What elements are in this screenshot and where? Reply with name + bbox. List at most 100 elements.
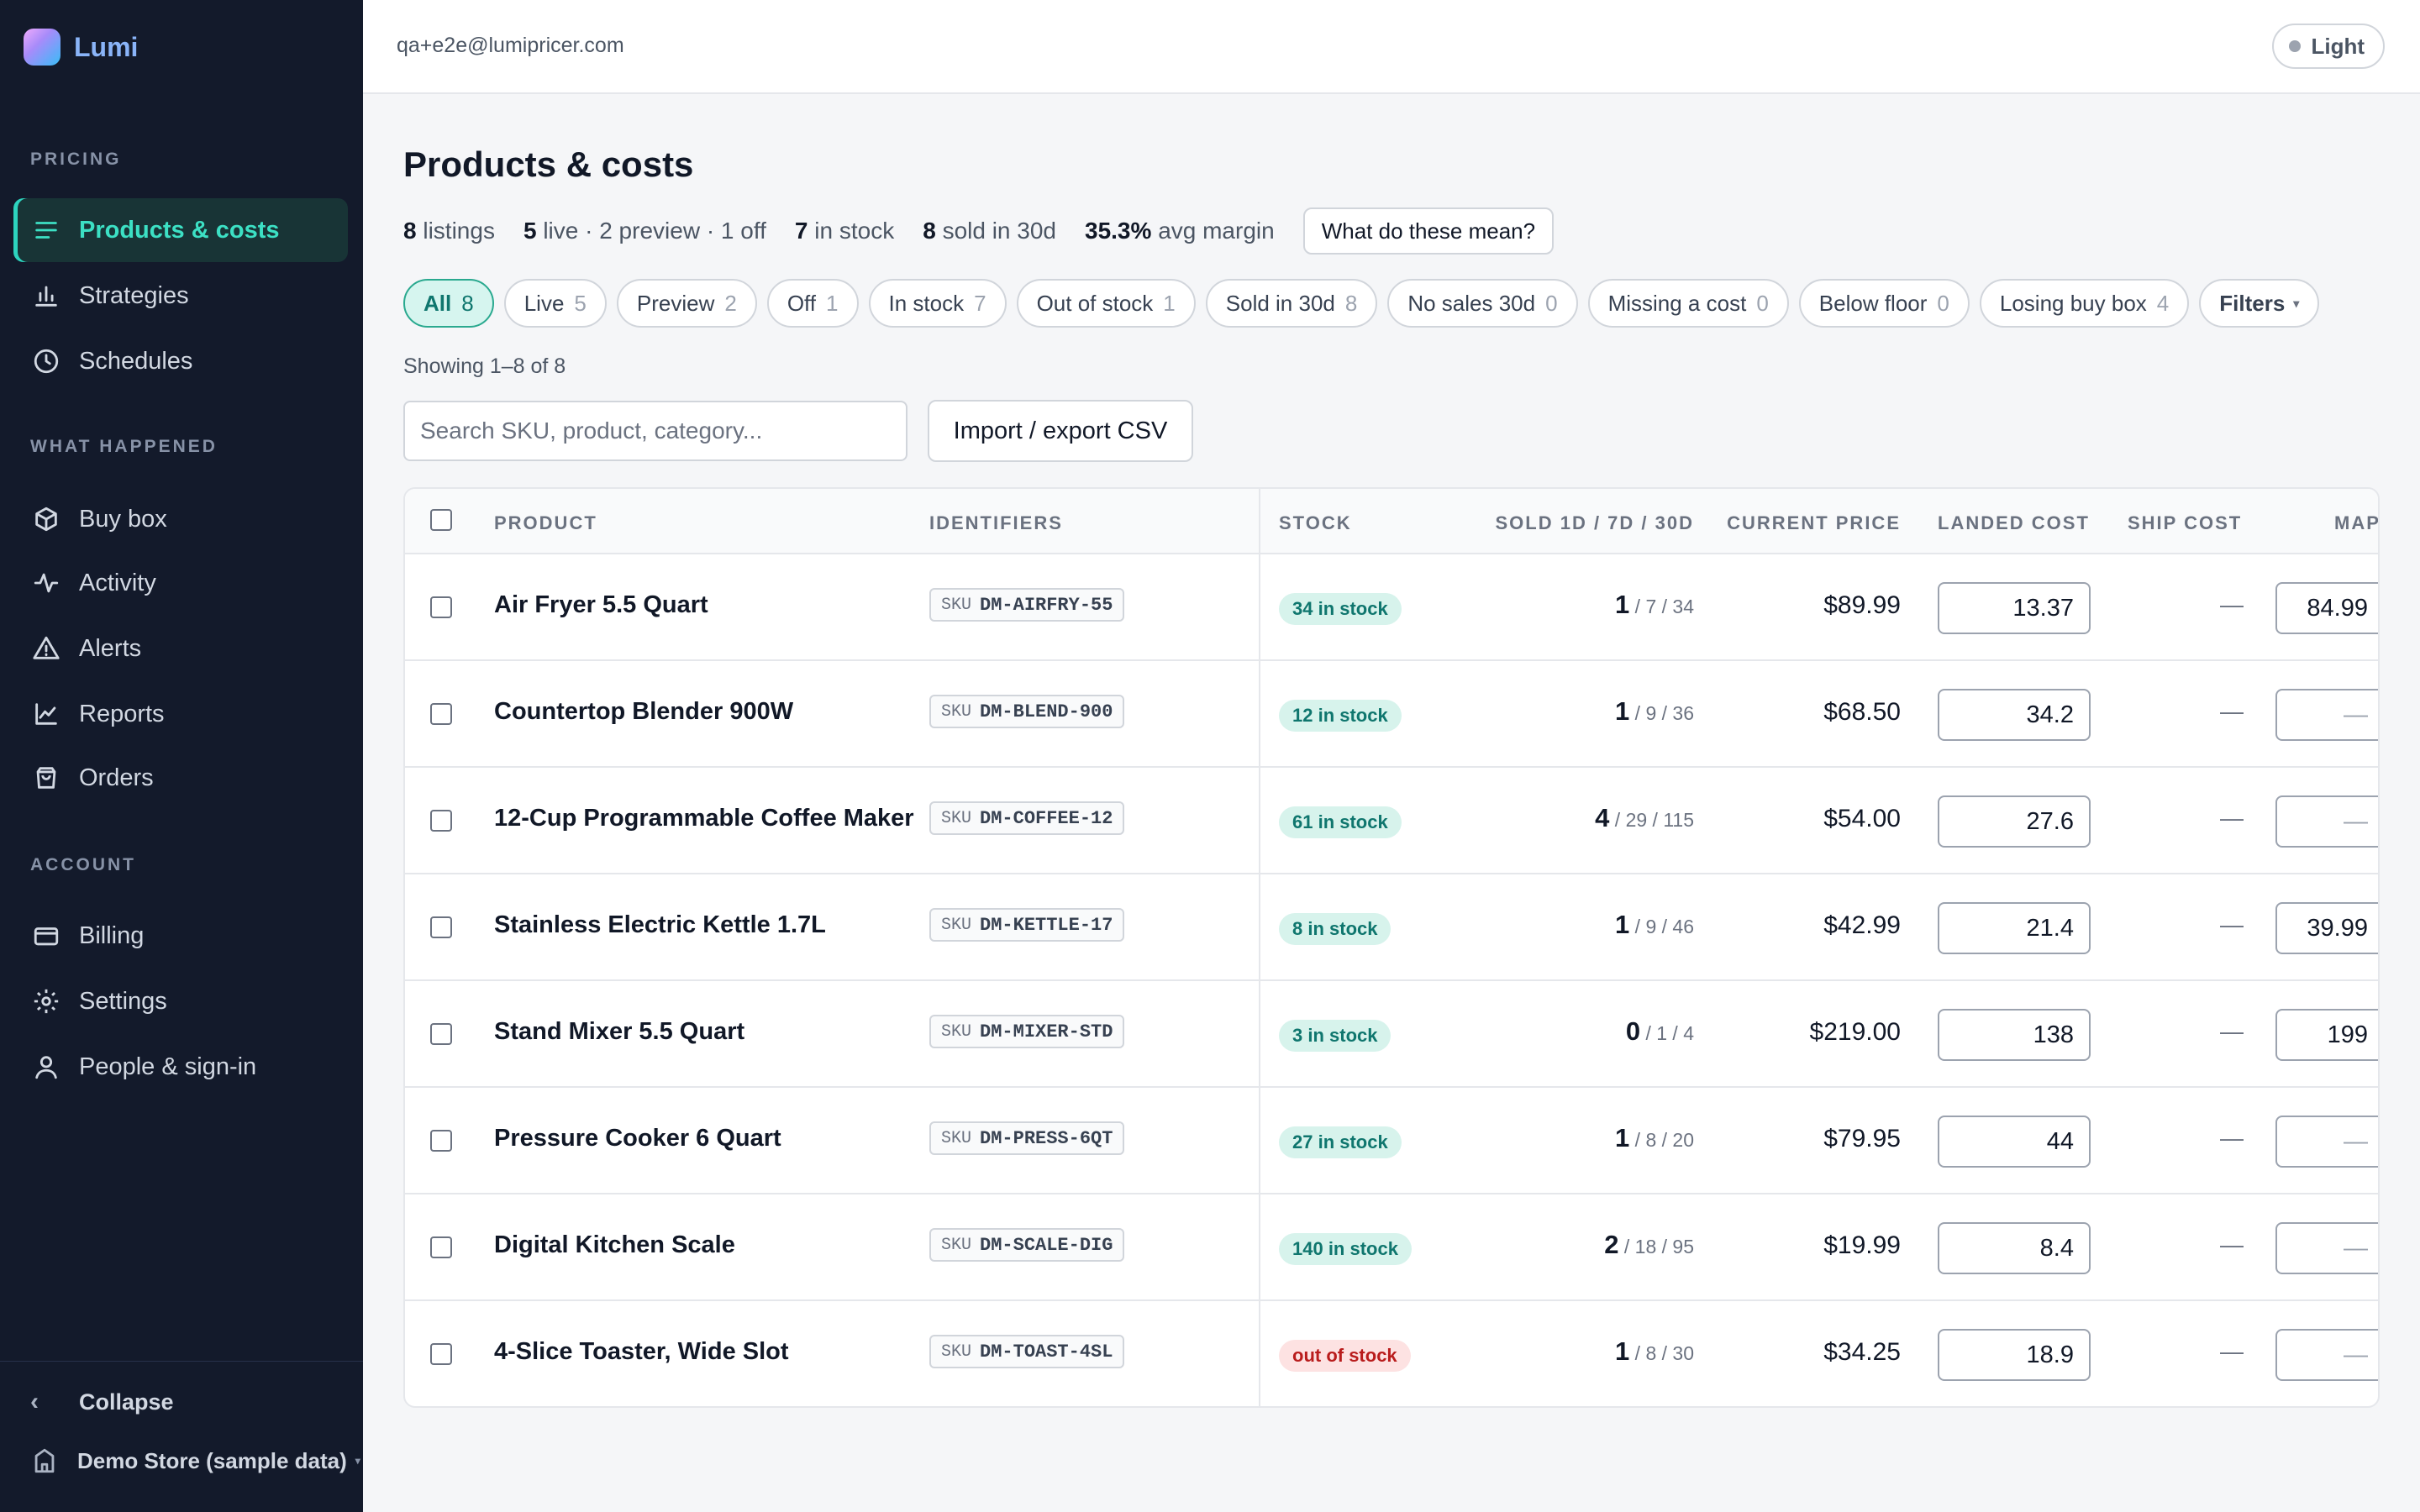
sidebar-item-products-costs[interactable]: Products & costs (13, 198, 348, 262)
row-checkbox[interactable] (430, 1130, 452, 1152)
landed-cost-input[interactable]: 44 (1938, 1116, 2091, 1168)
col-ship-cost[interactable]: SHIP COST (2128, 512, 2242, 534)
map-input[interactable]: — (2275, 795, 2378, 848)
table-row[interactable]: Stand Mixer 5.5 Quart SKU DM-MIXER-STD 3 in… (405, 981, 2378, 1088)
col-landed-cost[interactable]: LANDED COST (1938, 512, 2090, 534)
product-name[interactable]: Pressure Cooker 6 Quart (494, 1125, 781, 1152)
filters-dropdown[interactable]: Filters ▾ (2199, 279, 2320, 328)
chip-count: 8 (461, 290, 474, 316)
store-switcher[interactable]: Demo Store (sample data) ▾ (30, 1446, 360, 1475)
chip-losing-buy-box[interactable]: Losing buy box 4 (1979, 279, 2190, 328)
sold-1d: 2 (1604, 1230, 1619, 1259)
sku-badge: SKU DM-AIRFRY-55 (929, 588, 1125, 622)
product-name[interactable]: Stainless Electric Kettle 1.7L (494, 911, 826, 939)
sku-value: DM-COFFEE-12 (980, 807, 1113, 829)
table-row[interactable]: Countertop Blender 900W SKU DM-BLEND-900 12… (405, 661, 2378, 768)
col-current-price[interactable]: CURRENT PRICE (1727, 512, 1901, 534)
sidebar-item-settings[interactable]: Settings (13, 969, 348, 1033)
sidebar-item-strategies[interactable]: Strategies (13, 264, 348, 328)
table-row[interactable]: Stainless Electric Kettle 1.7L SKU DM-KETT… (405, 874, 2378, 981)
sidebar-item-alerts[interactable]: Alerts (13, 617, 348, 680)
row-checkbox[interactable] (430, 596, 452, 618)
stock-badge: out of stock (1279, 1340, 1411, 1372)
row-checkbox[interactable] (430, 810, 452, 832)
chip-out-of-stock[interactable]: Out of stock 1 (1016, 279, 1196, 328)
stock-badge: 3 in stock (1279, 1020, 1392, 1052)
map-input[interactable]: — (2275, 1329, 2378, 1381)
row-checkbox[interactable] (430, 703, 452, 725)
table-row[interactable]: Digital Kitchen Scale SKU DM-SCALE-DIG 140 … (405, 1194, 2378, 1301)
stat-listings: 8 listings (403, 218, 495, 244)
chevron-left-icon: ‹ (30, 1388, 39, 1415)
map-input[interactable]: 199 (2275, 1009, 2378, 1061)
stat-label: listings (423, 218, 495, 244)
product-name[interactable]: Stand Mixer 5.5 Quart (494, 1018, 744, 1046)
map-input[interactable]: — (2275, 1222, 2378, 1274)
landed-cost-input[interactable]: 27.6 (1938, 795, 2091, 848)
chip-live[interactable]: Live 5 (503, 279, 607, 328)
table-row[interactable]: Pressure Cooker 6 Quart SKU DM-PRESS-6QT 27… (405, 1088, 2378, 1194)
row-checkbox[interactable] (430, 916, 452, 938)
landed-cost-input[interactable]: 34.2 (1938, 689, 2091, 741)
col-product[interactable]: PRODUCT (494, 512, 597, 534)
landed-cost-input[interactable]: 13.37 (1938, 582, 2091, 634)
chip-in-stock[interactable]: In stock 7 (868, 279, 1007, 328)
box-icon (35, 507, 57, 532)
sidebar-item-people-sign-in[interactable]: People & sign-in (13, 1035, 348, 1099)
stat-label: in stock (814, 218, 895, 244)
sku-value: DM-BLEND-900 (980, 701, 1113, 722)
current-price: $19.99 (1823, 1231, 1901, 1259)
col-stock[interactable]: STOCK (1279, 512, 1352, 534)
summary-stats: 8 listings 5 live · 2 preview · 1 off 7 … (403, 207, 1555, 255)
table-row[interactable]: 4-Slice Toaster, Wide Slot SKU DM-TOAST-4S… (405, 1301, 2378, 1406)
map-input[interactable]: 39.99 (2275, 902, 2378, 954)
product-name[interactable]: Air Fryer 5.5 Quart (494, 591, 708, 619)
chip-no-sales-30d[interactable]: No sales 30d 0 (1387, 279, 1578, 328)
col-sold[interactable]: SOLD 1D / 7D / 30D (1495, 512, 1694, 534)
sidebar-item-label: Billing (79, 921, 145, 949)
product-name[interactable]: 12-Cup Programmable Coffee Maker (494, 805, 914, 832)
product-name[interactable]: Countertop Blender 900W (494, 698, 793, 726)
ship-cost: — (2220, 591, 2244, 617)
what-do-these-mean-button[interactable]: What do these mean? (1302, 207, 1555, 255)
stat-sold: 8 sold in 30d (923, 218, 1056, 244)
sidebar-item-buy-box[interactable]: Buy box (13, 487, 348, 551)
import-export-csv-button[interactable]: Import / export CSV (928, 400, 1193, 462)
row-checkbox[interactable] (430, 1343, 452, 1365)
chip-below-floor[interactable]: Below floor 0 (1798, 279, 1970, 328)
sidebar-item-activity[interactable]: Activity (13, 551, 348, 615)
landed-cost-input[interactable]: 8.4 (1938, 1222, 2091, 1274)
chip-off[interactable]: Off 1 (766, 279, 859, 328)
select-all-checkbox[interactable] (430, 509, 452, 531)
logo[interactable]: Lumi (24, 29, 138, 66)
table-row[interactable]: Air Fryer 5.5 Quart SKU DM-AIRFRY-55 34 in … (405, 554, 2378, 661)
sidebar-item-orders[interactable]: Orders (13, 746, 348, 810)
product-name[interactable]: Digital Kitchen Scale (494, 1231, 735, 1259)
row-checkbox[interactable] (430, 1023, 452, 1045)
sidebar-item-label: People & sign-in (79, 1053, 257, 1080)
current-price: $42.99 (1823, 911, 1901, 939)
chip-sold-30d[interactable]: Sold in 30d 8 (1205, 279, 1378, 328)
map-input[interactable]: — (2275, 1116, 2378, 1168)
sku-label: SKU (941, 701, 972, 722)
chip-count: 4 (2156, 290, 2170, 316)
col-map[interactable]: MAP (2334, 512, 2378, 534)
sidebar-item-reports[interactable]: Reports (13, 682, 348, 746)
theme-toggle[interactable]: Light (2272, 24, 2385, 69)
landed-cost-input[interactable]: 21.4 (1938, 902, 2091, 954)
search-input[interactable] (403, 401, 908, 461)
sidebar-item-billing[interactable]: Billing (13, 904, 348, 968)
map-input[interactable]: — (2275, 689, 2378, 741)
sold-counts: 1 / 8 / 20 (1615, 1123, 1694, 1153)
chip-missing-cost[interactable]: Missing a cost 0 (1587, 279, 1789, 328)
map-input[interactable]: 84.99 (2275, 582, 2378, 634)
product-name[interactable]: 4-Slice Toaster, Wide Slot (494, 1338, 789, 1366)
table-row[interactable]: 12-Cup Programmable Coffee Maker SKU DM-CO… (405, 768, 2378, 874)
chip-all[interactable]: All 8 (403, 279, 494, 328)
sidebar-item-schedules[interactable]: Schedules (13, 329, 348, 393)
collapse-button[interactable]: ‹ Collapse (30, 1388, 174, 1416)
landed-cost-input[interactable]: 138 (1938, 1009, 2091, 1061)
landed-cost-input[interactable]: 18.9 (1938, 1329, 2091, 1381)
chip-preview[interactable]: Preview 2 (616, 279, 757, 328)
row-checkbox[interactable] (430, 1236, 452, 1258)
